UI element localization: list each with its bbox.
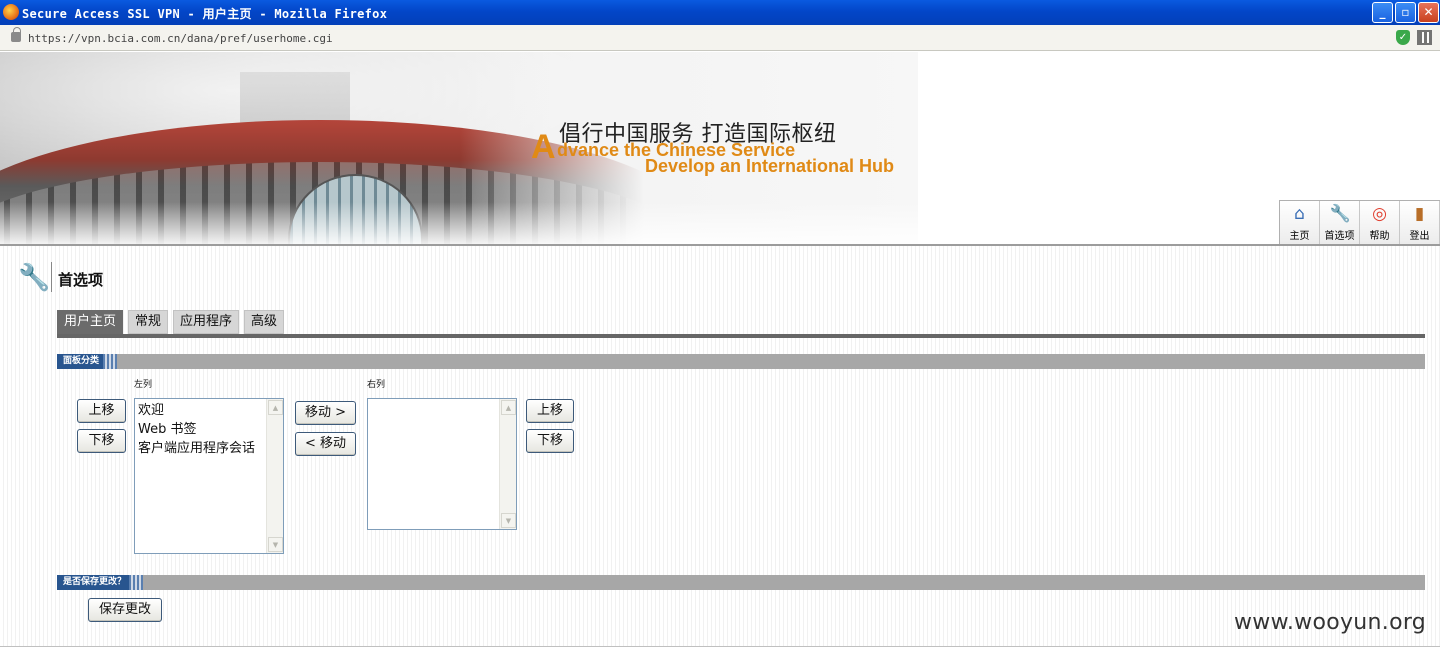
header-toolbar: ⌂ 主页 🔧 首选项 ◎ 帮助 ▮ 登出 [1279,200,1440,244]
heading-separator [51,262,52,292]
save-section-label: 是否保存更改？ [57,575,131,590]
right-column-listbox[interactable]: ▲ ▼ [367,398,517,530]
save-changes-button[interactable]: 保存更改 [88,598,162,622]
window-title-bar: Secure Access SSL VPN - 用户主页 - Mozilla F… [0,0,1440,25]
left-move-down-button[interactable]: 下移 [77,429,126,453]
header-banner: 倡行中国服务 打造国际枢纽 A dvance the Chinese Servi… [0,52,918,244]
right-move-up-button[interactable]: 上移 [526,399,574,423]
preferences-tabs: 用户主页 常规 应用程序 高级 [57,310,285,334]
left-column-listbox[interactable]: 欢迎 Web 书签 客户端应用程序会话 ▲ ▼ [134,398,284,554]
lock-icon[interactable] [11,27,21,42]
firefox-icon [3,4,19,20]
url-text[interactable]: https://vpn.bcia.com.cn/dana/pref/userho… [28,32,333,45]
save-section-bar: 是否保存更改？ [57,575,1425,590]
right-column-label: 右列 [367,380,386,390]
bottom-border [0,646,1440,653]
move-right-button[interactable]: 移动 > [295,401,356,425]
left-column-label: 左列 [134,380,153,390]
section-bar-ticks [103,354,117,369]
list-item[interactable]: 客户端应用程序会话 [138,439,255,458]
section-bar-ticks [129,575,143,590]
list-item[interactable]: Web 书签 [138,420,255,439]
window-title: Secure Access SSL VPN - 用户主页 - Mozilla F… [22,7,388,21]
toolbar-help-button[interactable]: ◎ 帮助 [1360,201,1400,244]
qr-code-icon[interactable] [1417,30,1432,45]
panel-section-bar: 面板分类 [57,354,1425,369]
scroll-up-arrow-icon[interactable]: ▲ [501,400,516,415]
left-listbox-scrollbar[interactable]: ▲ ▼ [266,399,283,553]
banner-bottom-fade [0,202,918,244]
left-column-items: 欢迎 Web 书签 客户端应用程序会话 [138,401,255,458]
scroll-down-arrow-icon[interactable]: ▼ [268,537,283,552]
page-title: 首选项 [58,271,104,289]
move-left-button[interactable]: < 移动 [295,432,356,456]
right-listbox-scrollbar[interactable]: ▲ ▼ [499,399,516,529]
left-move-up-button[interactable]: 上移 [77,399,126,423]
scroll-up-arrow-icon[interactable]: ▲ [268,400,283,415]
tabs-underline [57,334,1425,338]
scroll-down-arrow-icon[interactable]: ▼ [501,513,516,528]
toolbar-home-label: 主页 [1289,231,1310,242]
slogan-english-line2: Develop an International Hub [645,156,895,176]
toolbar-logout-button[interactable]: ▮ 登出 [1400,201,1440,244]
tab-general[interactable]: 常规 [128,310,169,334]
toolbar-home-button[interactable]: ⌂ 主页 [1280,201,1320,244]
tab-applications[interactable]: 应用程序 [173,310,240,334]
close-button[interactable]: ✕ [1418,2,1439,23]
wrench-icon: 🔧 [1329,204,1351,224]
toolbar-help-label: 帮助 [1369,231,1390,242]
lifebuoy-icon: ◎ [1372,204,1387,224]
restore-button[interactable]: ▫ [1395,2,1416,23]
tab-advanced[interactable]: 高级 [244,310,285,334]
address-bar[interactable]: https://vpn.bcia.com.cn/dana/pref/userho… [0,25,1440,51]
preferences-wrench-icon: 🔧 [18,263,51,293]
toolbar-logout-label: 登出 [1409,231,1430,242]
shield-icon[interactable]: ✓ [1396,30,1410,45]
right-move-down-button[interactable]: 下移 [526,429,574,453]
tab-user-home[interactable]: 用户主页 [57,310,124,334]
list-item[interactable]: 欢迎 [138,401,255,420]
toolbar-preferences-label: 首选项 [1324,231,1355,242]
watermark-text: www.wooyun.org [1234,610,1427,635]
panel-section-label: 面板分类 [57,354,104,369]
slogan-initial: A [531,128,556,166]
minimize-button[interactable]: _ [1372,2,1393,23]
toolbar-preferences-button[interactable]: 🔧 首选项 [1320,201,1360,244]
home-icon: ⌂ [1294,204,1305,224]
door-icon: ▮ [1414,204,1425,224]
